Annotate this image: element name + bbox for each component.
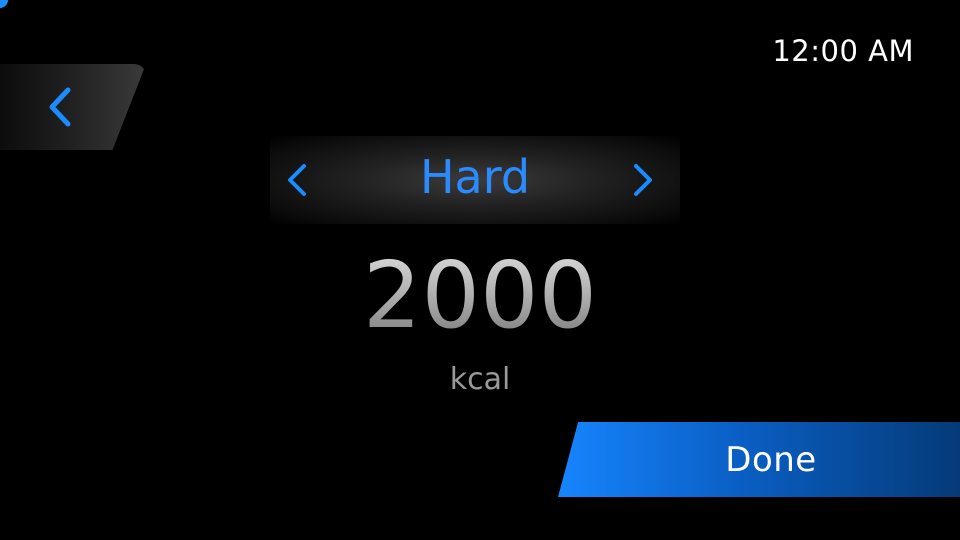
calorie-goal-screen: 12:00 AM Hard 2000 kcal Done	[0, 0, 960, 540]
corner-accent	[0, 0, 8, 8]
difficulty-selector: Hard	[270, 136, 680, 224]
difficulty-label: Hard	[419, 150, 531, 204]
status-clock: 12:00 AM	[772, 34, 914, 68]
calorie-goal-value: 2000	[0, 236, 960, 356]
done-button[interactable]: Done	[558, 422, 960, 497]
done-button-label: Done	[725, 439, 817, 480]
next-difficulty-button[interactable]	[628, 162, 658, 198]
calorie-unit-label: kcal	[449, 362, 511, 397]
back-button[interactable]	[0, 64, 146, 150]
chevron-left-icon	[49, 87, 71, 127]
